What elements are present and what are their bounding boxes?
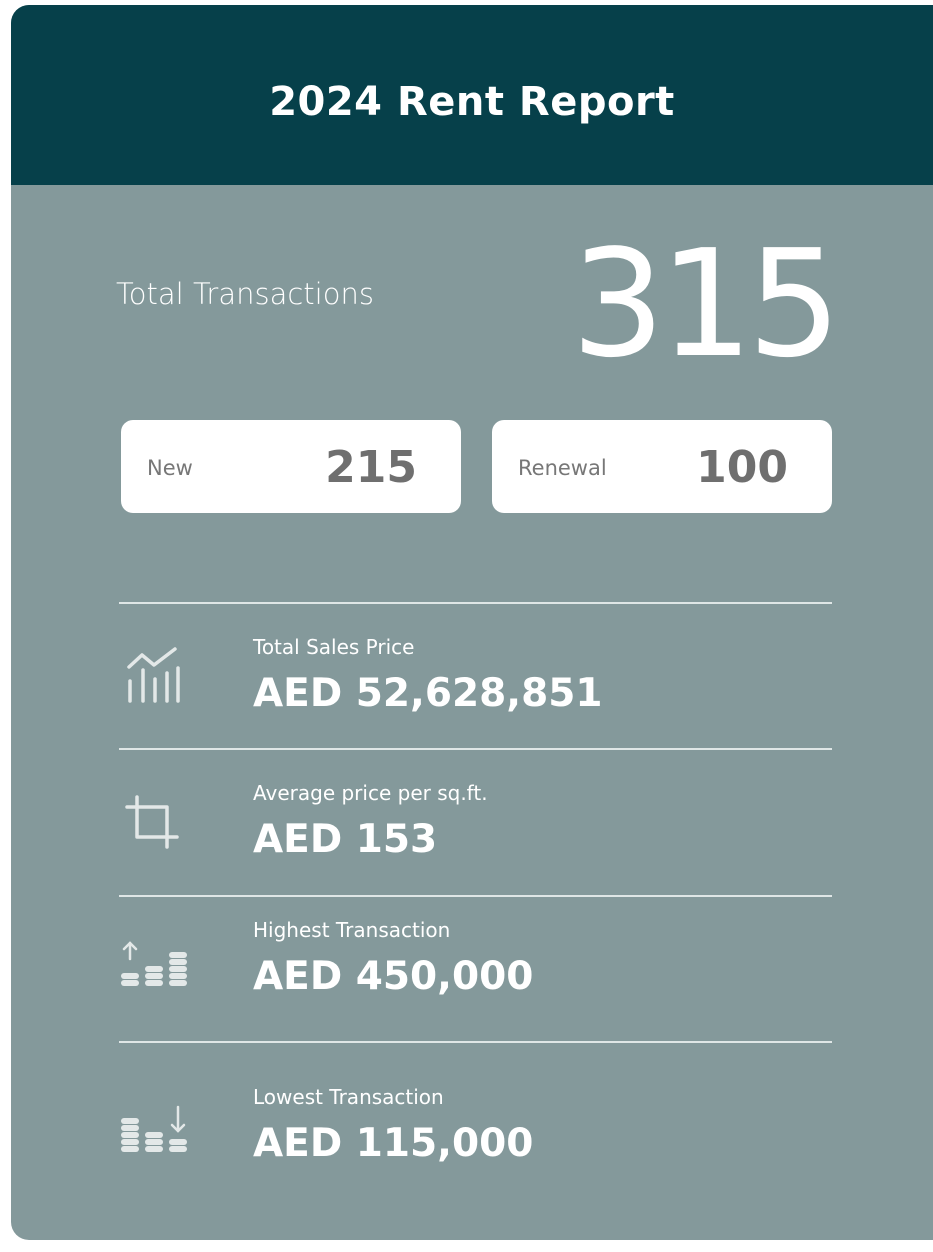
crop-icon [121,791,187,857]
lowest-transaction-value: AED 115,000 [253,1121,534,1166]
bar-chart-trend-icon [121,645,187,711]
highest-transaction-label: Highest Transaction [253,918,451,942]
new-label: New [147,456,193,480]
total-sales-price-label: Total Sales Price [253,635,415,659]
divider [119,748,832,750]
total-sales-price-value: AED 52,628,851 [253,671,603,716]
divider [119,602,832,604]
divider [119,895,832,897]
new-transactions-pill: New 215 [121,420,461,513]
coins-up-icon [121,939,187,1005]
coins-down-icon [121,1105,187,1171]
rent-report-card: 2024 Rent Report Total Transactions 315 … [11,5,933,1240]
total-transactions-label: Total Transactions [116,277,374,311]
report-header: 2024 Rent Report [11,5,933,185]
report-title: 2024 Rent Report [269,79,675,125]
renewal-value: 100 [696,442,788,493]
avg-price-sqft-value: AED 153 [253,817,438,862]
lowest-transaction-label: Lowest Transaction [253,1085,444,1109]
divider [119,1041,832,1043]
highest-transaction-value: AED 450,000 [253,954,534,999]
renewal-label: Renewal [518,456,607,480]
renewal-transactions-pill: Renewal 100 [492,420,832,513]
avg-price-sqft-label: Average price per sq.ft. [253,781,488,805]
total-transactions-value: 315 [571,218,842,390]
new-value: 215 [325,442,417,493]
